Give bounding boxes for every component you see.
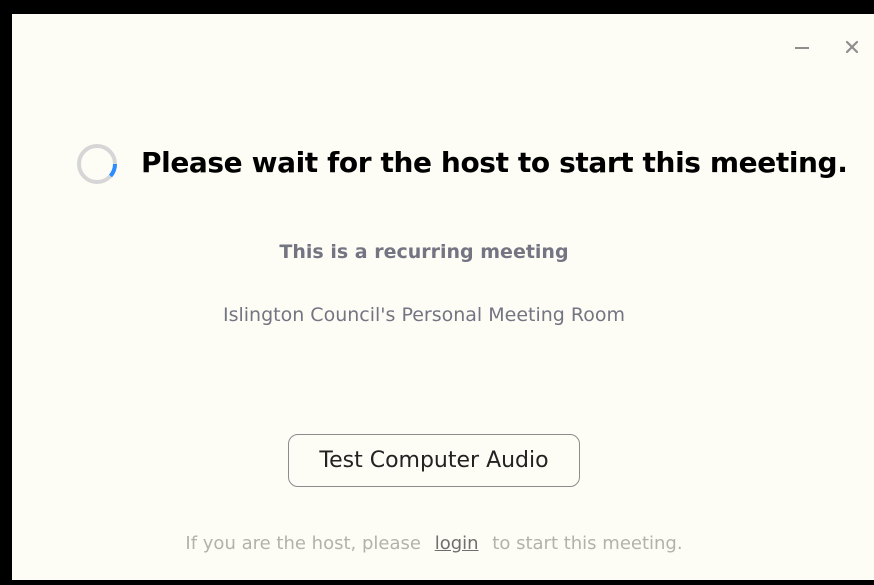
- close-icon: [845, 40, 859, 54]
- meeting-type-label: This is a recurring meeting: [279, 241, 569, 263]
- test-computer-audio-button[interactable]: Test Computer Audio: [288, 434, 580, 487]
- login-link[interactable]: login: [435, 533, 479, 554]
- footer-suffix-text: to start this meeting.: [492, 533, 683, 554]
- minimize-icon: [795, 47, 809, 49]
- close-button[interactable]: [841, 36, 863, 58]
- screen-frame: Please wait for the host to start this m…: [0, 0, 874, 585]
- loading-spinner-icon: [77, 144, 118, 184]
- waiting-room-window: Please wait for the host to start this m…: [12, 14, 874, 580]
- status-headline: Please wait for the host to start this m…: [141, 146, 848, 179]
- host-login-footer: If you are the host, please login to sta…: [12, 533, 856, 554]
- meeting-room-name: Islington Council's Personal Meeting Roo…: [222, 304, 625, 326]
- minimize-button[interactable]: [791, 36, 813, 58]
- footer-prefix-text: If you are the host, please: [185, 533, 421, 554]
